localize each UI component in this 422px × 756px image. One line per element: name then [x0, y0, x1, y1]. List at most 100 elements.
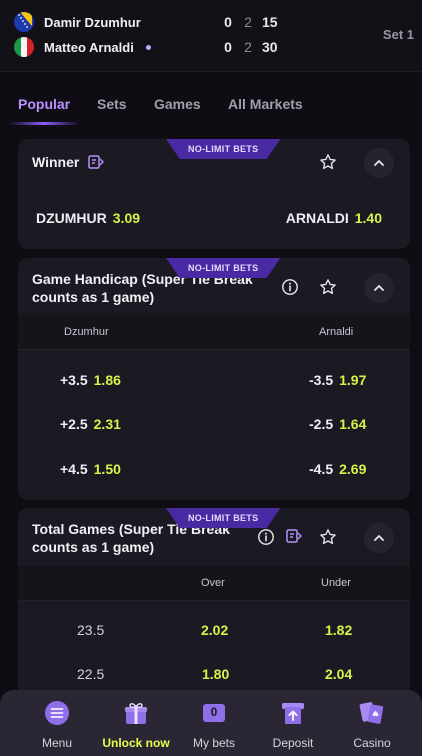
nav-my-bets[interactable]: 0 My bets: [174, 690, 254, 756]
handicap-line: +2.5: [60, 416, 88, 432]
market-title-line: counts as 1 game): [32, 539, 155, 555]
points-score: 15: [262, 14, 278, 30]
column-label-home: Dzumhur: [64, 326, 109, 338]
player-name-home: Damir Dzumhur: [44, 14, 141, 30]
scoreboard: Damir Dzumhur Matteo Arnaldi 0 2 15 0 2 …: [0, 0, 422, 72]
odds-value: 1.64: [339, 416, 367, 432]
handicap-line: +4.5: [60, 461, 88, 477]
score-row-away: 0 2 30: [218, 37, 288, 57]
handicap-odds-button[interactable]: +4.5 1.50: [60, 461, 121, 477]
column-label-over: Over: [201, 577, 225, 589]
column-label-away: Arnaldi: [319, 326, 354, 338]
player-row-home: Damir Dzumhur: [14, 12, 141, 32]
handicap-odds-button[interactable]: +3.5 1.86: [60, 372, 121, 388]
handicap-line: -3.5: [309, 372, 334, 388]
sets-score: 0: [224, 14, 232, 30]
bet-builder-icon: [286, 529, 302, 543]
nav-label: Menu: [41, 736, 73, 750]
no-limit-bets-badge: NO-LIMIT BETS: [166, 258, 281, 278]
handicap-odds-button[interactable]: -2.5 1.64: [309, 416, 366, 432]
no-limit-bets-badge: NO-LIMIT BETS: [166, 508, 281, 528]
column-label-under: Under: [321, 577, 351, 589]
total-line: 23.5: [77, 622, 105, 638]
odds-value: 2.02: [201, 622, 229, 638]
odds-value: 1.50: [93, 461, 121, 477]
nav-label: Deposit: [272, 736, 314, 750]
market-tabs: Popular Sets Games All Markets: [0, 72, 422, 126]
total-line-label: 22.5: [77, 666, 110, 682]
over-odds-button[interactable]: 2.02: [201, 622, 228, 638]
favorite-star-icon[interactable]: [318, 277, 338, 297]
bet-builder-icon: [88, 155, 104, 169]
bottom-navigation: Menu Unlock now 0 My bets Deposit Casino: [0, 690, 422, 756]
under-odds-button[interactable]: 2.04: [325, 666, 352, 682]
nav-unlock-now[interactable]: Unlock now: [96, 690, 176, 756]
bosnia-flag-icon: [14, 12, 34, 32]
odds-button-home[interactable]: DZUMHUR 3.09: [36, 210, 140, 226]
tab-popular[interactable]: Popular: [18, 96, 70, 112]
handicap-odds-button[interactable]: -4.5 2.69: [309, 461, 366, 477]
player-row-away: Matteo Arnaldi: [14, 37, 151, 57]
odds-value: 1.80: [202, 666, 230, 682]
collapse-chevron-icon[interactable]: [364, 148, 394, 178]
info-icon[interactable]: [280, 277, 300, 297]
collapse-chevron-icon[interactable]: [364, 273, 394, 303]
favorite-star-icon[interactable]: [318, 152, 338, 172]
game-handicap-market-card: Game Handicap (Super Tie Break counts as…: [18, 258, 410, 500]
handicap-line: -2.5: [309, 416, 334, 432]
bets-count: 0: [210, 705, 218, 719]
player-name-away: Matteo Arnaldi: [44, 39, 134, 55]
market-title-line: counts as 1 game): [32, 289, 155, 305]
odds-value: 1.82: [325, 622, 353, 638]
divider: [18, 600, 410, 601]
handicap-odds-button[interactable]: -3.5 1.97: [309, 372, 366, 388]
active-tab-indicator: [8, 122, 80, 125]
games-score: 2: [244, 39, 252, 55]
menu-icon: [44, 700, 70, 726]
no-limit-bets-badge: NO-LIMIT BETS: [166, 139, 281, 159]
info-icon[interactable]: [256, 527, 276, 547]
selection-label: ARNALDI: [285, 210, 349, 226]
nav-label: Casino: [353, 736, 391, 750]
odds-value: 1.40: [354, 210, 382, 226]
tab-sets[interactable]: Sets: [97, 96, 127, 112]
favorite-star-icon[interactable]: [318, 527, 338, 547]
odds-button-away[interactable]: ARNALDI 1.40: [286, 210, 382, 226]
nav-label: Unlock now: [102, 736, 170, 750]
nav-deposit[interactable]: Deposit: [253, 690, 333, 756]
odds-value: 2.69: [339, 461, 367, 477]
tab-all-markets[interactable]: All Markets: [228, 96, 303, 112]
handicap-odds-button[interactable]: +2.5 2.31: [60, 416, 121, 432]
deposit-icon: [280, 700, 306, 726]
odds-value: 1.97: [339, 372, 367, 388]
tab-games[interactable]: Games: [154, 96, 201, 112]
nav-label: My bets: [192, 736, 235, 750]
under-odds-button[interactable]: 1.82: [325, 622, 352, 638]
sets-score: 0: [224, 39, 232, 55]
italy-flag-icon: [14, 37, 34, 57]
current-set-label: Set 1: [382, 27, 414, 42]
serving-indicator-icon: [145, 44, 151, 50]
collapse-chevron-icon[interactable]: [364, 523, 394, 553]
nav-menu[interactable]: Menu: [17, 690, 97, 756]
gift-icon: [123, 700, 149, 726]
over-odds-button[interactable]: 1.80: [202, 666, 229, 682]
total-line-label: 23.5: [77, 622, 110, 638]
cards-icon: [359, 700, 385, 726]
score-row-home: 0 2 15: [218, 12, 288, 32]
totals-column-header: Over Under: [18, 566, 410, 600]
handicap-column-header: Dzumhur Arnaldi: [18, 315, 410, 349]
games-score: 2: [244, 14, 252, 30]
total-games-market-card: Total Games (Super Tie Break counts as 1…: [18, 508, 410, 708]
winner-market-card: NO-LIMIT BETS Winner DZUMHUR 3.09 ARNALD…: [18, 139, 410, 249]
odds-value: 1.86: [93, 372, 121, 388]
odds-value: 3.09: [112, 210, 141, 226]
nav-casino[interactable]: Casino: [332, 690, 412, 756]
handicap-line: -4.5: [309, 461, 334, 477]
total-line: 22.5: [77, 666, 105, 682]
divider: [18, 349, 410, 350]
handicap-line: +3.5: [60, 372, 88, 388]
odds-value: 2.31: [93, 416, 121, 432]
odds-value: 2.04: [325, 666, 353, 682]
market-title: Winner: [32, 154, 80, 170]
